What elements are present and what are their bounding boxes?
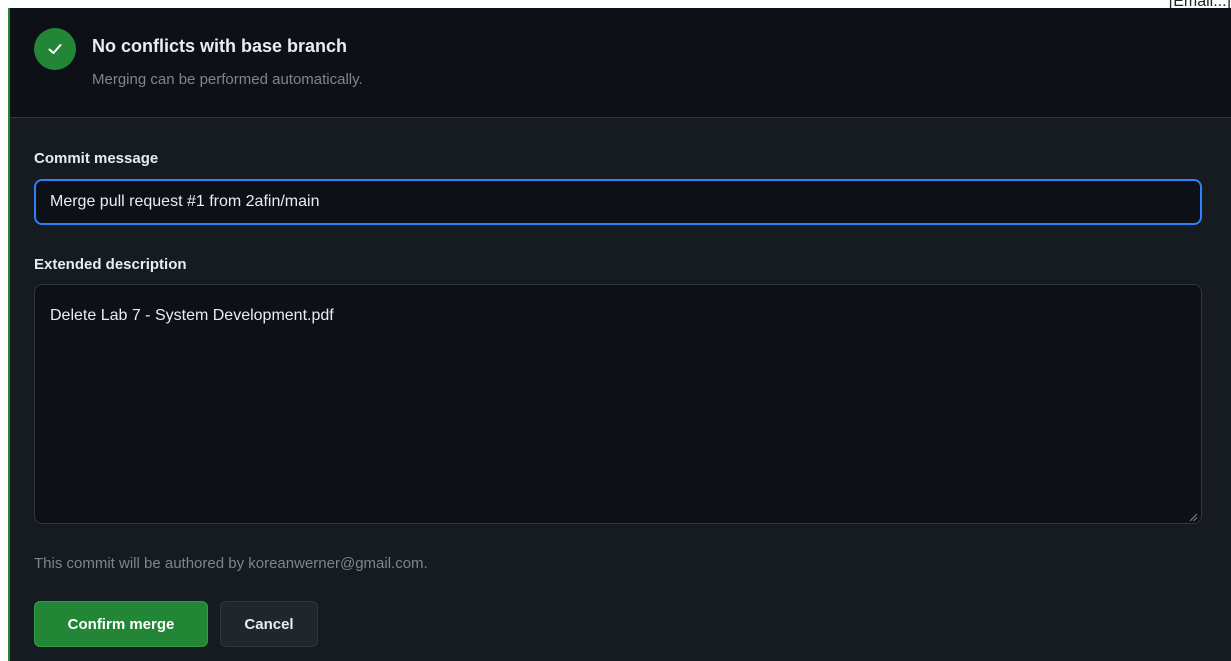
commit-message-input[interactable]	[34, 179, 1202, 225]
author-note: This commit will be authored by koreanwe…	[34, 555, 428, 572]
extended-description-textarea[interactable]: Delete Lab 7 - System Development.pdf	[34, 284, 1202, 524]
status-title: No conflicts with base branch	[92, 36, 348, 56]
cancel-button[interactable]: Cancel	[220, 601, 318, 647]
status-subtitle: Merging can be performed automatically.	[92, 71, 363, 88]
resize-grip-icon[interactable]	[1189, 513, 1198, 522]
merge-panel: No conflicts with base branch Merging ca…	[8, 8, 1231, 661]
confirm-merge-button[interactable]: Confirm merge	[34, 601, 208, 647]
check-icon	[34, 28, 76, 70]
commit-message-label: Commit message	[34, 150, 159, 167]
extended-description-label: Extended description	[34, 256, 187, 273]
merge-status-section: No conflicts with base branch Merging ca…	[10, 8, 1231, 118]
commit-form: Commit message Extended description Dele…	[10, 118, 1231, 661]
